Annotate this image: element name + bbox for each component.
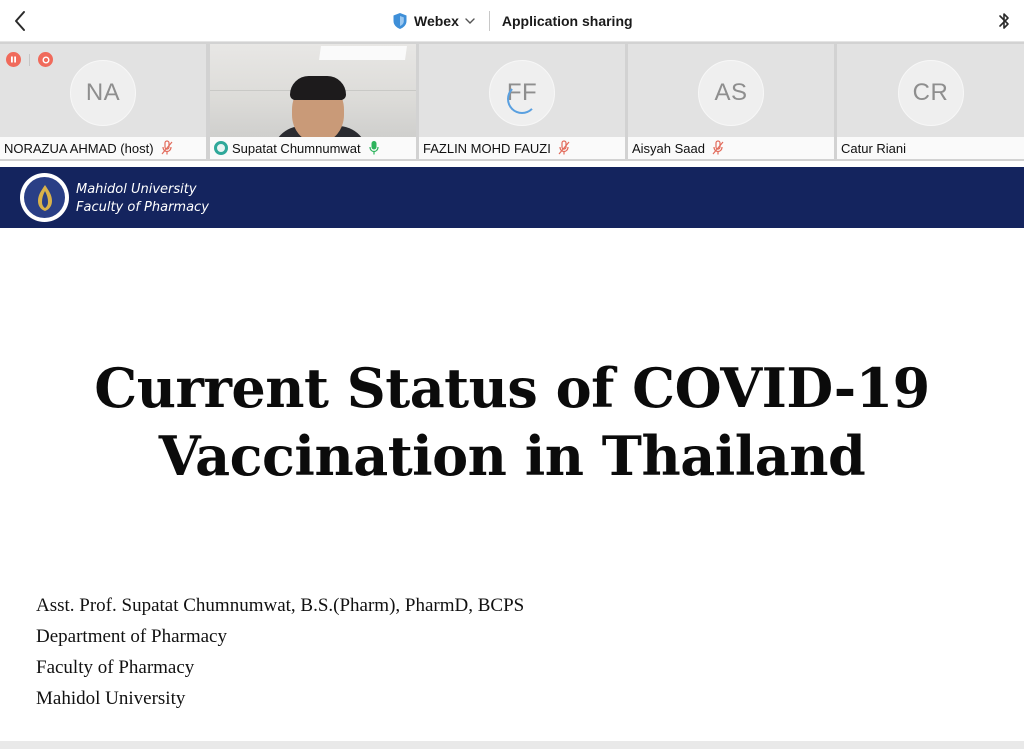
participant-tile[interactable]: AS Aisyah Saad — [628, 44, 834, 159]
slide-title-line: Vaccination in Thailand — [158, 424, 866, 488]
participant-video — [210, 44, 416, 156]
participant-name: NORAZUA AHMAD (host) — [4, 140, 154, 156]
pause-icon — [11, 56, 16, 63]
slide-title-line: Current Status of COVID-19 — [94, 356, 930, 420]
university-seal-icon — [24, 177, 65, 218]
recording-controls — [6, 52, 53, 67]
video-person — [290, 76, 346, 100]
loading-spinner-icon — [507, 84, 537, 114]
presenter-info: Asst. Prof. Supatat Chumnumwat, B.S.(Pha… — [36, 590, 524, 714]
bluetooth-icon[interactable] — [996, 9, 1012, 33]
participant-tile-video[interactable]: Supatat Chumnumwat — [210, 44, 416, 159]
stop-recording-button[interactable] — [38, 52, 53, 67]
university-name-block: Mahidol University Faculty of Pharmacy — [76, 181, 209, 217]
webex-menu-button[interactable]: Webex — [392, 12, 475, 30]
presenter-faculty: Faculty of Pharmacy — [36, 657, 195, 678]
slide-title: Current Status of COVID-19 Vaccination i… — [0, 354, 1024, 490]
participant-name: Supatat Chumnumwat — [232, 140, 361, 156]
meeting-title-group: Webex Application sharing — [392, 9, 633, 33]
university-logo — [20, 173, 69, 222]
avatar: FF — [489, 60, 555, 126]
participants-strip: NA NORAZUA AHMAD (host) Supatat Chumnumw… — [0, 42, 1024, 161]
active-speaker-icon — [214, 141, 228, 155]
participant-tile[interactable]: FF FAZLIN MOHD FAUZI — [419, 44, 625, 159]
avatar: NA — [70, 60, 136, 126]
faculty-name: Faculty of Pharmacy — [76, 200, 209, 215]
shield-icon — [393, 13, 407, 29]
participant-name: Aisyah Saad — [632, 140, 705, 156]
meeting-top-bar: Webex Application sharing — [0, 0, 1024, 42]
participant-name: Catur Riani — [841, 140, 907, 156]
pause-recording-button[interactable] — [6, 52, 21, 67]
avatar: CR — [897, 60, 964, 126]
presenter-department: Department of Pharmacy — [36, 626, 227, 647]
record-icon — [42, 56, 49, 63]
video-background — [319, 46, 407, 60]
mic-muted-icon — [558, 140, 570, 156]
webex-label: Webex — [414, 13, 459, 29]
back-button[interactable] — [8, 8, 32, 34]
university-name: Mahidol University — [76, 182, 197, 197]
sharing-mode-label: Application sharing — [501, 13, 633, 29]
mic-muted-icon — [712, 140, 724, 156]
chevron-left-icon — [15, 11, 25, 31]
participant-name-bar: Aisyah Saad — [628, 137, 834, 159]
divider — [29, 53, 30, 66]
divider — [488, 11, 490, 31]
avatar: AS — [698, 60, 764, 126]
participant-name: FAZLIN MOHD FAUZI — [423, 140, 551, 156]
participant-name-bar: FAZLIN MOHD FAUZI — [419, 137, 625, 159]
participant-name-bar: Catur Riani — [837, 137, 1024, 159]
mic-muted-icon — [161, 140, 173, 156]
participant-name-bar: Supatat Chumnumwat — [210, 137, 416, 159]
presenter-university: Mahidol University — [36, 688, 186, 709]
chevron-down-icon — [465, 18, 475, 24]
participant-tile[interactable]: CR Catur Riani — [837, 44, 1024, 159]
bottom-edge — [0, 741, 1024, 749]
participant-name-bar: NORAZUA AHMAD (host) — [0, 137, 206, 159]
mic-active-icon — [368, 140, 380, 156]
participant-tile[interactable]: NA NORAZUA AHMAD (host) — [0, 44, 206, 159]
presenter-name: Asst. Prof. Supatat Chumnumwat, B.S.(Pha… — [36, 595, 525, 616]
slide-header: Mahidol University Faculty of Pharmacy — [0, 167, 1024, 228]
